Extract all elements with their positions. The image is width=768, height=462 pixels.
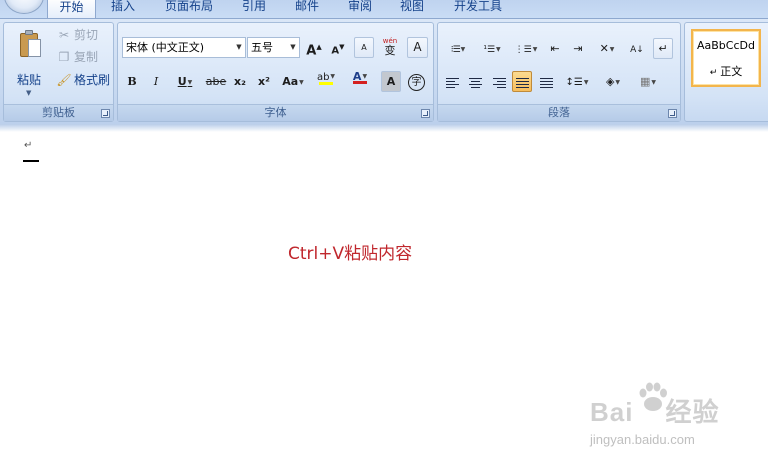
character-shading-button[interactable]: A (381, 71, 401, 92)
style-sample-text: AaBbCcDd (697, 39, 755, 52)
sort-icon: A↓ (630, 45, 644, 55)
paste-button[interactable]: 粘贴 ▼ (10, 27, 48, 97)
numbering-button[interactable]: ¹☰▼ (476, 38, 508, 59)
paragraph-group: ⁝☰▼ ¹☰▼ ⋮☰▼ ⇤ ⇥ ✕▼ A↓ ↵ ↕☰▼ ◈▼ ▦▼ 段落 (437, 22, 681, 122)
tab-view[interactable]: 视图 (392, 0, 432, 18)
shrink-font-button[interactable]: A▼ (328, 37, 348, 58)
watermark-url: jingyan.baidu.com (590, 432, 695, 447)
instruction-text: Ctrl+V粘贴内容 (288, 244, 413, 264)
highlight-button[interactable]: ab▼ (311, 69, 341, 90)
cut-label: 剪切 (74, 28, 99, 42)
distributed-icon (539, 77, 553, 88)
superscript-button[interactable]: x² (254, 71, 274, 92)
paste-icon (18, 29, 42, 59)
align-center-button[interactable] (465, 71, 485, 92)
align-right-button[interactable] (489, 71, 509, 92)
font-group-label: 字体 (118, 104, 433, 121)
page-shadow (0, 124, 768, 132)
multilevel-list-button[interactable]: ⋮☰▼ (510, 38, 542, 59)
character-border-button[interactable]: A (407, 37, 428, 58)
justify-button[interactable] (512, 71, 532, 92)
subscript-button[interactable]: x₂ (230, 71, 250, 92)
text-cursor (23, 160, 39, 162)
format-painter-label: 格式刷 (74, 73, 111, 87)
multilevel-list-icon: ⋮☰ (514, 45, 532, 55)
paw-logo-icon (639, 382, 667, 411)
change-case-button[interactable]: Aa▼ (278, 71, 308, 92)
distributed-button[interactable] (536, 71, 556, 92)
sort-button[interactable]: A↓ (627, 38, 647, 59)
font-name-combo[interactable]: 宋体 (中文正文) ▼ (122, 37, 246, 58)
chinese-layout-button[interactable]: ✕▼ (591, 38, 623, 59)
clipboard-dialog-launcher[interactable] (101, 109, 110, 118)
italic-button[interactable]: I (146, 71, 166, 92)
increase-indent-button[interactable]: ⇥ (568, 38, 588, 59)
copy-label: 复制 (74, 50, 99, 64)
decrease-indent-button[interactable]: ⇤ (545, 38, 565, 59)
font-size-combo[interactable]: 五号 ▼ (247, 37, 300, 58)
tab-mailings[interactable]: 邮件 (287, 0, 327, 18)
underline-button[interactable]: U▼ (170, 71, 200, 92)
numbered-list-icon: ¹☰ (483, 45, 496, 55)
chinese-layout-icon: ✕ (599, 42, 609, 55)
paste-dropdown-arrow[interactable]: ▼ (26, 89, 31, 97)
chevron-down-icon[interactable]: ▼ (233, 38, 245, 57)
copy-button[interactable]: ❐ 复制 (56, 47, 98, 67)
scissors-icon: ✂ (58, 28, 70, 42)
line-spacing-button[interactable]: ↕☰▼ (561, 71, 593, 92)
tab-developer[interactable]: 开发工具 (446, 0, 510, 18)
format-painter-button[interactable]: 🖌 格式刷 (56, 70, 110, 90)
font-dialog-launcher[interactable] (421, 109, 430, 118)
clear-formatting-button[interactable]: A (354, 37, 374, 58)
grow-font-button[interactable]: A▲ (304, 37, 324, 58)
line-spacing-icon: ↕☰ (565, 77, 583, 88)
borders-button[interactable]: ▦▼ (632, 71, 664, 92)
ribbon-tab-bar: 开始 插入 页面布局 引用 邮件 审阅 视图 开发工具 (0, 0, 768, 18)
phonetic-guide-button[interactable]: wén 变 (379, 36, 401, 57)
clipboard-group-label: 剪贴板 (4, 104, 113, 121)
paragraph-mark: ↵ (24, 140, 33, 151)
style-name-label: ↵ 正文 (709, 65, 743, 78)
tab-home[interactable]: 开始 (47, 0, 96, 18)
style-normal-card[interactable]: AaBbCcDd ↵ 正文 (691, 29, 761, 87)
align-left-button[interactable] (442, 71, 462, 92)
cut-button[interactable]: ✂ 剪切 (56, 25, 98, 45)
enclose-characters-button[interactable]: 字 (406, 71, 427, 92)
office-button[interactable] (4, 0, 44, 14)
paragraph-dialog-launcher[interactable] (668, 109, 677, 118)
paragraph-group-label: 段落 (438, 104, 680, 121)
copy-icon: ❐ (58, 50, 70, 64)
font-name-value: 宋体 (中文正文) (126, 41, 205, 54)
clipboard-group: 粘贴 ▼ ✂ 剪切 ❐ 复制 🖌 格式刷 剪贴板 (3, 22, 114, 122)
align-right-icon (492, 77, 506, 88)
decrease-indent-icon: ⇤ (550, 42, 560, 55)
tab-page-layout[interactable]: 页面布局 (156, 0, 222, 18)
ribbon: 粘贴 ▼ ✂ 剪切 ❐ 复制 🖌 格式刷 剪贴板 宋体 (中文正文) ▼ 五号 ▼ A… (0, 18, 768, 124)
font-size-value: 五号 (251, 41, 273, 54)
bullets-button[interactable]: ⁝☰▼ (442, 38, 474, 59)
show-marks-button[interactable]: ↵ (653, 38, 673, 59)
bullet-list-icon: ⁝☰ (450, 45, 461, 55)
bold-button[interactable]: B (122, 71, 142, 92)
increase-indent-icon: ⇥ (573, 42, 583, 55)
shading-button[interactable]: ◈▼ (597, 71, 629, 92)
font-group: 宋体 (中文正文) ▼ 五号 ▼ A▲ A▼ A wén 变 A B I U▼ a… (117, 22, 434, 122)
paintbrush-icon: 🖌 (56, 73, 72, 87)
paste-label: 粘贴 (16, 73, 41, 87)
align-center-icon (468, 77, 482, 88)
align-left-icon (445, 77, 459, 88)
strikethrough-button[interactable]: abe (204, 71, 228, 92)
tab-review[interactable]: 审阅 (340, 0, 380, 18)
justify-icon (515, 77, 529, 88)
border-grid-icon: ▦ (639, 75, 651, 88)
font-color-button[interactable]: A▼ (345, 69, 375, 90)
tab-references[interactable]: 引用 (234, 0, 274, 18)
tab-insert[interactable]: 插入 (103, 0, 143, 18)
paragraph-mark-icon: ↵ (658, 42, 668, 55)
chevron-down-icon[interactable]: ▼ (287, 38, 299, 57)
paint-bucket-icon: ◈ (605, 75, 615, 88)
